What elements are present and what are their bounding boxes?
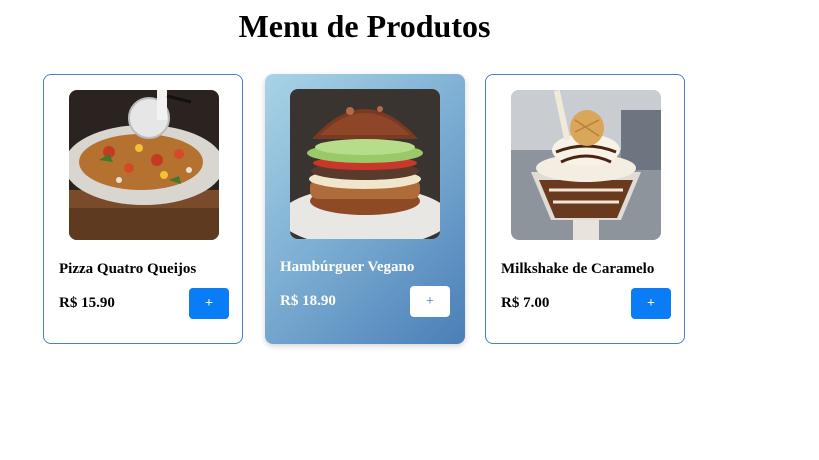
page-title: Menu de Produtos	[238, 8, 491, 44]
product-price: R$ 18.90	[280, 293, 336, 309]
product-card-burger: Hambúrguer Vegano R$ 18.90 +	[265, 74, 465, 344]
product-image	[69, 90, 219, 240]
product-card-pizza: Pizza Quatro Queijos R$ 15.90 +	[43, 74, 243, 344]
add-to-cart-button[interactable]: +	[631, 288, 671, 319]
burger-photo	[290, 89, 440, 239]
product-name: Milkshake de Caramelo	[501, 261, 655, 277]
product-image	[290, 89, 440, 239]
product-card-milkshake: Milkshake de Caramelo R$ 7.00 +	[485, 74, 685, 344]
product-image	[511, 90, 661, 240]
product-name: Pizza Quatro Queijos	[59, 261, 197, 277]
add-to-cart-button[interactable]: +	[410, 286, 450, 317]
add-to-cart-button[interactable]: +	[189, 288, 229, 319]
product-name: Hambúrguer Vegano	[280, 259, 415, 275]
milkshake-photo	[511, 90, 661, 240]
pizza-photo	[69, 90, 219, 240]
product-price: R$ 7.00	[501, 295, 550, 311]
product-price: R$ 15.90	[59, 295, 115, 311]
